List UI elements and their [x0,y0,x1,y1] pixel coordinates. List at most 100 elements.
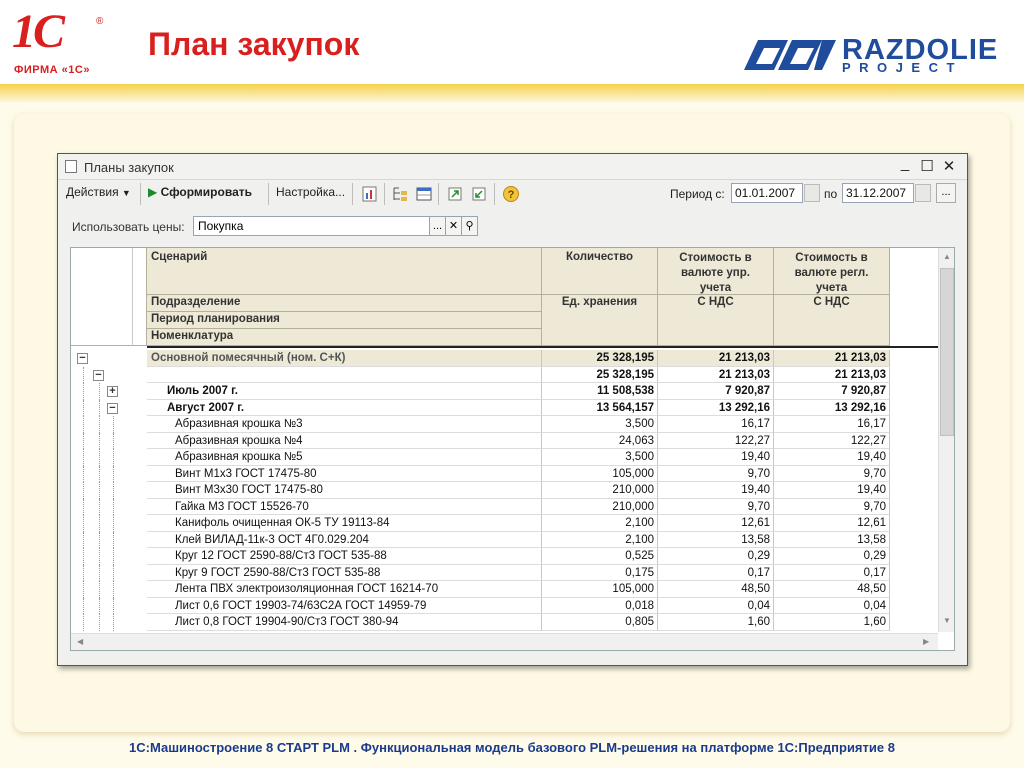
report-icon[interactable] [361,185,379,203]
tree-line [113,548,114,565]
tree-line [83,581,84,598]
table-row[interactable]: + Июль 2007 г. 11 508,538 7 920,87 7 920,87 [71,383,954,400]
tree-cell [71,416,133,433]
window-title: Планы закупок [84,160,174,175]
cell-qty: 0,525 [542,548,658,565]
tree-view-icon[interactable] [391,185,409,203]
maximize-icon[interactable]: ☐ [918,157,936,175]
tree-line [99,531,100,548]
expand-icon[interactable] [446,185,464,203]
cell-qty: 2,100 [542,531,658,548]
header-nomenclature[interactable]: Номенклатура [147,329,542,346]
scrollbar-thumb[interactable] [940,268,954,436]
table-row[interactable]: − Основной помесячный (ном. С+К) 25 328,19… [71,350,954,367]
table-row[interactable]: Лента ПВХ электроизоляционная ГОСТ 16214… [71,581,954,598]
1c-logo: 1С ® ФИРМА «1С» [8,5,118,80]
scroll-down-icon[interactable]: ▼ [943,616,951,625]
cell-qty: 3,500 [542,449,658,466]
header-qty[interactable]: Количество [542,248,658,295]
header-vat-1[interactable]: С НДС [658,295,774,346]
vertical-scrollbar[interactable]: ▲ ▼ [938,248,954,632]
scroll-right-icon[interactable]: ▶ [923,637,929,646]
razdolie-mark-icon [744,40,836,70]
header-division[interactable]: Подразделение [147,295,542,312]
period-from-field[interactable]: 01.01.2007 [731,183,803,203]
minimize-icon[interactable]: _ [896,155,914,172]
period-to-label: по [824,187,838,201]
search-icon[interactable]: ⚲ [461,216,478,236]
collapse-icon[interactable]: − [93,369,104,381]
table-row[interactable]: Абразивная крошка №3 3,500 16,17 16,17 [71,416,954,433]
prices-field[interactable]: Покупка [193,216,430,236]
tree-line [113,498,114,515]
tree-line [113,416,114,433]
horizontal-scrollbar[interactable]: ◀ ▶ [71,633,938,650]
table-row[interactable]: Лист 0,8 ГОСТ 19904-90/Ст3 ГОСТ 380-94 0,… [71,614,954,631]
table-row[interactable]: Винт М3х30 ГОСТ 17475-80 210,000 19,40 19,4… [71,482,954,499]
clear-icon[interactable]: ✕ [445,216,462,236]
cell-cost: 16,17 [774,416,890,433]
collapse-icon[interactable]: − [107,402,118,414]
tree-cell: − [71,399,133,416]
tree-cell: − [71,366,133,383]
1c-logo-mark: 1С [12,5,65,58]
period-to-field[interactable]: 31.12.2007 [842,183,914,203]
header-cost-mgmt[interactable]: Стоимость в валюте упр. учета [658,248,774,295]
expand-icon[interactable]: + [107,386,118,397]
table-row[interactable]: Круг 9 ГОСТ 2590-88/Ст3 ГОСТ 535-88 0,175… [71,564,954,581]
table-row[interactable]: −25 328,195 21 213,03 21 213,03 [71,366,954,383]
help-icon[interactable]: ? [502,185,520,203]
table-row[interactable]: Абразивная крошка №4 24,063 122,27 122,27 [71,432,954,449]
select-button[interactable]: ... [429,216,446,236]
tree-cell [71,482,133,499]
table-view-icon[interactable] [415,185,433,203]
header-period[interactable]: Период планирования [147,312,542,329]
calendar-icon[interactable] [915,184,931,202]
cell-qty: 24,063 [542,432,658,449]
table-row[interactable]: Гайка М3 ГОСТ 15526-70 210,000 9,70 9,70 [71,498,954,515]
tree-line [99,581,100,598]
header-cost-reg[interactable]: Стоимость в валюте регл. учета [774,248,890,295]
collapse-icon[interactable] [470,185,488,203]
plans-grid[interactable]: Сценарий Подразделение Период планирован… [70,247,955,651]
scroll-up-icon[interactable]: ▲ [943,252,951,261]
period-more-button[interactable]: ... [936,183,956,203]
scroll-left-icon[interactable]: ◀ [77,637,83,646]
header-vat-2[interactable]: С НДС [774,295,890,346]
tree-line [99,416,100,433]
cell-cost: 13 292,16 [774,399,890,416]
cell-cost: 13 292,16 [658,399,774,416]
table-row[interactable]: Круг 12 ГОСТ 2590-88/Ст3 ГОСТ 535-88 0,52… [71,548,954,565]
cell-cost: 19,40 [774,449,890,466]
cell-qty: 3,500 [542,416,658,433]
header-scenario[interactable]: Сценарий [147,248,542,295]
calendar-icon[interactable] [804,184,820,202]
tree-line [113,482,114,499]
cell-name: Август 2007 г. [147,399,542,416]
header-band [0,84,1024,102]
table-row[interactable]: Лист 0,6 ГОСТ 19903-74/63С2А ГОСТ 14959-… [71,597,954,614]
collapse-icon[interactable]: − [77,353,88,364]
tree-line [83,548,84,565]
tree-line [83,531,84,548]
tree-line [99,449,100,466]
table-row[interactable]: Канифоль очищенная ОК-5 ТУ 19113-84 2,100… [71,515,954,532]
table-row[interactable]: Винт М1х3 ГОСТ 17475-80 105,000 9,70 9,70 [71,465,954,482]
tree-line [83,515,84,532]
generate-button[interactable]: ▶ Сформировать [148,185,252,199]
window-titlebar[interactable]: Планы закупок _ ☐ ✕ [58,154,967,180]
settings-button[interactable]: Настройка... [276,185,345,199]
tree-line [113,597,114,614]
tree-line [83,564,84,581]
actions-menu[interactable]: Действия ▼ [66,185,131,199]
cell-name: Клей ВИЛАД-11к-3 ОСТ 4Г0.029.204 [147,531,542,548]
prices-label: Использовать цены: [72,220,185,234]
table-row[interactable]: Абразивная крошка №5 3,500 19,40 19,40 [71,449,954,466]
close-icon[interactable]: ✕ [940,157,958,175]
razdolie-logo: RAZDOLIE PROJECT [744,30,1006,80]
table-row[interactable]: − Август 2007 г. 13 564,157 13 292,16 13 292… [71,399,954,416]
header-unit[interactable]: Ед. хранения [542,295,658,346]
table-row[interactable]: Клей ВИЛАД-11к-3 ОСТ 4Г0.029.204 2,100 13,… [71,531,954,548]
tree-line [113,449,114,466]
tree-line [99,515,100,532]
